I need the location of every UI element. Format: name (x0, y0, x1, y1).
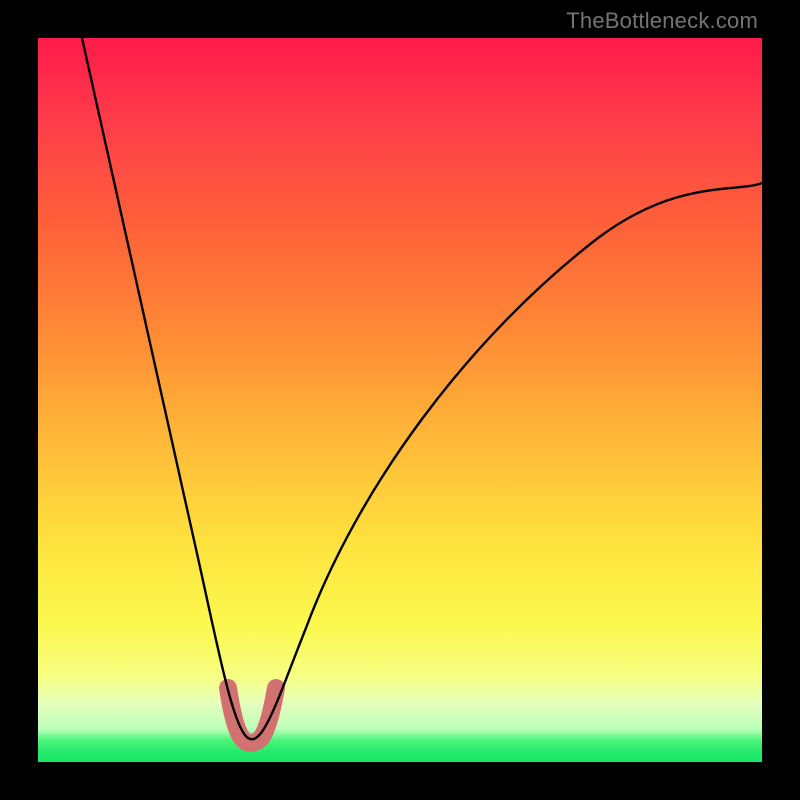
curve-layer (38, 38, 762, 762)
chart-stage: TheBottleneck.com (0, 0, 800, 800)
plot-area (38, 38, 762, 762)
bottleneck-curve (82, 38, 762, 739)
credit-label: TheBottleneck.com (566, 8, 758, 34)
